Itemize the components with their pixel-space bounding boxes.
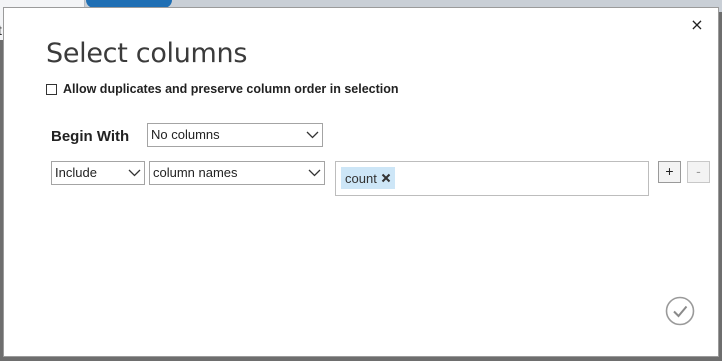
include-mode-dropdown[interactable]: Include xyxy=(51,161,145,185)
allow-duplicates-checkbox[interactable] xyxy=(46,83,57,95)
background-tab-label: t xyxy=(0,22,2,38)
allow-duplicates-row: Allow duplicates and preserve column ord… xyxy=(46,81,399,97)
allow-duplicates-label[interactable]: Allow duplicates and preserve column ord… xyxy=(63,82,399,96)
remove-rule-button[interactable]: - xyxy=(687,161,710,183)
dialog-title: Select columns xyxy=(46,38,248,69)
column-tag-label: count xyxy=(345,170,377,186)
begin-with-dropdown[interactable]: No columns xyxy=(147,123,323,147)
include-mode-value: Include xyxy=(55,165,97,180)
begin-with-value: No columns xyxy=(151,127,220,142)
begin-with-label: Begin With xyxy=(51,128,130,145)
column-names-tag-input[interactable]: count xyxy=(335,161,649,196)
ok-check-button[interactable] xyxy=(665,296,695,326)
chevron-down-icon xyxy=(306,131,319,139)
column-tag: count xyxy=(341,167,395,189)
column-selector-type-dropdown[interactable]: column names xyxy=(149,161,325,185)
chevron-down-icon xyxy=(128,169,141,177)
column-selector-type-value: column names xyxy=(153,165,238,180)
close-button[interactable]: × xyxy=(688,16,706,34)
select-columns-dialog: × Select columns Allow duplicates and pr… xyxy=(3,7,719,357)
chevron-down-icon xyxy=(308,169,321,177)
remove-tag-icon[interactable] xyxy=(381,173,391,183)
add-rule-button[interactable]: + xyxy=(658,161,681,183)
